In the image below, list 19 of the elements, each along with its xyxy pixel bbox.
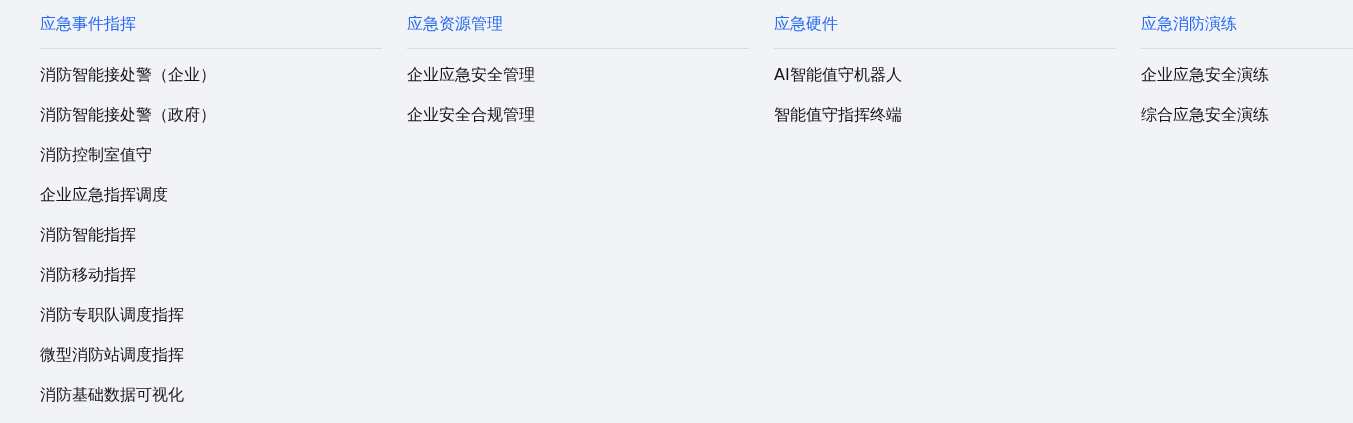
menu-link[interactable]: AI智能值守机器人 xyxy=(774,63,902,87)
menu-link[interactable]: 企业应急安全管理 xyxy=(407,63,535,87)
menu-link[interactable]: 综合应急安全演练 xyxy=(1141,103,1269,127)
menu-link[interactable]: 消防专职队调度指挥 xyxy=(40,303,184,327)
category-heading[interactable]: 应急硬件 xyxy=(774,10,838,38)
menu-link[interactable]: 消防基础数据可视化 xyxy=(40,383,184,407)
menu-link[interactable]: 消防控制室值守 xyxy=(40,143,152,167)
menu-link[interactable]: 企业应急安全演练 xyxy=(1141,63,1269,87)
menu-link[interactable]: 企业安全合规管理 xyxy=(407,103,535,127)
category-heading[interactable]: 应急事件指挥 xyxy=(40,10,136,38)
menu-link[interactable]: 消防智能接处警（企业） xyxy=(40,63,216,87)
category-heading[interactable]: 应急消防演练 xyxy=(1141,10,1237,38)
menu-link[interactable]: 微型消防站调度指挥 xyxy=(40,343,184,367)
menu-link[interactable]: 消防智能接处警（政府） xyxy=(40,103,216,127)
menu-link[interactable]: 消防智能指挥 xyxy=(40,223,136,247)
category-heading[interactable]: 应急资源管理 xyxy=(407,10,503,38)
menu-link[interactable]: 消防移动指挥 xyxy=(40,263,136,287)
menu-link[interactable]: 企业应急指挥调度 xyxy=(40,183,168,207)
menu-link[interactable]: 智能值守指挥终端 xyxy=(774,103,902,127)
